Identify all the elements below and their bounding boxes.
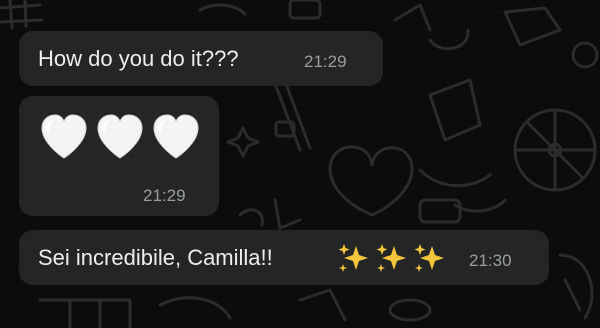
chat-conversation: How do you do it??? 21:29 21:29 Sei incr… xyxy=(0,0,600,328)
message-text: Sei incredibile, Camilla!! xyxy=(38,245,273,270)
white-heart-icon xyxy=(97,114,143,159)
white-heart-icon xyxy=(41,114,87,159)
emoji-row xyxy=(337,242,445,274)
message-timestamp: 21:29 xyxy=(143,186,186,205)
message-timestamp: 21:30 xyxy=(469,251,512,270)
message-bubble[interactable]: How do you do it??? 21:29 xyxy=(19,31,383,86)
sparkles-icon xyxy=(376,244,406,272)
sparkles-icon xyxy=(338,244,368,272)
sparkles-icon xyxy=(414,244,444,272)
message-text: How do you do it??? xyxy=(38,46,239,71)
message-bubble[interactable]: 21:29 xyxy=(19,96,219,216)
emoji-row xyxy=(39,112,201,162)
message-bubble[interactable]: Sei incredibile, Camilla!! 21:30 xyxy=(19,230,549,285)
white-heart-icon xyxy=(153,114,199,159)
message-timestamp: 21:29 xyxy=(304,52,347,71)
